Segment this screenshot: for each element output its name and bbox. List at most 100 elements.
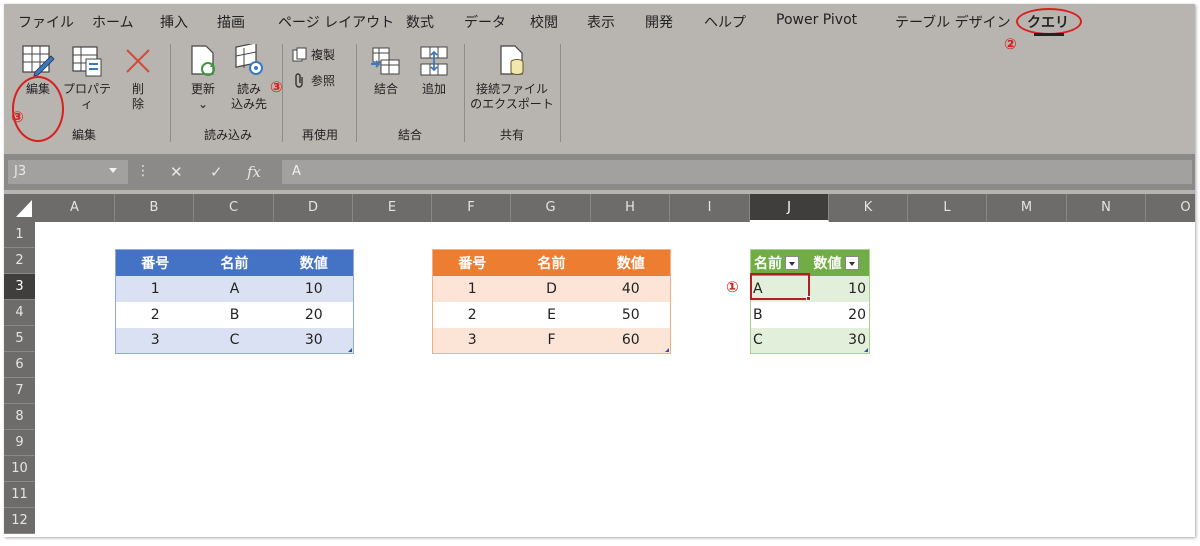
column-header-n[interactable]: N bbox=[1067, 194, 1146, 222]
row-header-2[interactable]: 2 bbox=[4, 248, 35, 274]
delete-button[interactable]: 削 除 bbox=[120, 44, 156, 112]
row-header-8[interactable]: 8 bbox=[4, 404, 35, 430]
properties-button[interactable]: プロパティ bbox=[58, 44, 116, 112]
name-box-dropdown-arrow[interactable] bbox=[109, 168, 117, 173]
select-all-corner[interactable] bbox=[4, 194, 35, 222]
tab-review[interactable]: 校閲 bbox=[530, 12, 558, 32]
table-cell[interactable]: 60 bbox=[591, 327, 671, 354]
table-cell[interactable]: B bbox=[194, 301, 275, 328]
load-to-button[interactable]: 読み 込み先 bbox=[226, 44, 272, 112]
column-header-m[interactable]: M bbox=[987, 194, 1067, 222]
duplicate-button[interactable]: 複製 bbox=[292, 46, 335, 63]
insert-function-icon[interactable]: fx bbox=[247, 163, 261, 181]
column-header-o[interactable]: O bbox=[1146, 194, 1195, 222]
table-header-cell[interactable]: 名前 bbox=[194, 249, 275, 276]
column-header-l[interactable]: L bbox=[908, 194, 987, 222]
table-header-cell[interactable]: 名前 bbox=[750, 249, 811, 276]
more-options-icon[interactable]: ⋮ bbox=[136, 163, 150, 179]
green-query-table[interactable]: 名前 数値 A 10 B 20 C 30 bbox=[750, 249, 870, 354]
table-resize-handle[interactable] bbox=[665, 348, 669, 352]
table-cell[interactable]: 40 bbox=[591, 275, 671, 302]
column-header-b[interactable]: B bbox=[115, 194, 194, 222]
column-header-j[interactable]: J bbox=[750, 194, 829, 222]
table-header-cell[interactable]: 数値 bbox=[274, 249, 354, 276]
table-cell[interactable]: A bbox=[194, 275, 275, 302]
export-connection-file-button[interactable]: 接続ファイル のエクスポート bbox=[470, 44, 554, 112]
column-header-e[interactable]: E bbox=[353, 194, 432, 222]
table-cell[interactable]: 3 bbox=[115, 327, 195, 354]
append-button[interactable]: 追加 bbox=[414, 44, 454, 97]
table-cell[interactable]: F bbox=[511, 327, 592, 354]
table-cell[interactable]: 20 bbox=[274, 301, 354, 328]
worksheet-grid[interactable]: ABCDEFGHIJKLMNO 1 2 3 4 5 6 7 8 9 10 11 12 番号 名前 数値… bbox=[4, 194, 1195, 537]
tab-insert[interactable]: 挿入 bbox=[160, 12, 188, 32]
table-cell[interactable]: 30 bbox=[810, 327, 870, 354]
table-header-cell[interactable]: 数値 bbox=[810, 249, 870, 276]
table-cell[interactable]: B bbox=[750, 301, 811, 328]
enter-icon[interactable]: ✓ bbox=[210, 163, 223, 181]
table-cell[interactable]: D bbox=[511, 275, 592, 302]
row-header-11[interactable]: 11 bbox=[4, 482, 35, 508]
table-cell[interactable]: 2 bbox=[115, 301, 195, 328]
table-cell[interactable]: C bbox=[750, 327, 811, 354]
table-row: C 30 bbox=[750, 327, 870, 354]
merge-button[interactable]: 結合 bbox=[366, 44, 406, 97]
filter-dropdown-icon[interactable] bbox=[844, 255, 859, 270]
tab-help[interactable]: ヘルプ bbox=[704, 12, 746, 32]
row-header-9[interactable]: 9 bbox=[4, 430, 35, 456]
column-header-c[interactable]: C bbox=[194, 194, 274, 222]
tab-view[interactable]: 表示 bbox=[587, 12, 615, 32]
table-cell[interactable]: 1 bbox=[115, 275, 195, 302]
row-header-7[interactable]: 7 bbox=[4, 378, 35, 404]
tab-power-pivot[interactable]: Power Pivot bbox=[776, 12, 857, 28]
cancel-icon[interactable]: ✕ bbox=[170, 163, 183, 181]
table-cell[interactable]: 50 bbox=[591, 301, 671, 328]
tab-table-design[interactable]: テーブル デザイン bbox=[895, 12, 1011, 32]
column-header-d[interactable]: D bbox=[274, 194, 353, 222]
orange-table[interactable]: 番号 名前 数値 1 D 40 2 E 50 3 F 60 bbox=[432, 249, 671, 354]
tab-data[interactable]: データ bbox=[464, 12, 506, 32]
reference-button[interactable]: 参照 bbox=[292, 72, 335, 89]
column-header-i[interactable]: I bbox=[670, 194, 750, 222]
row-header-3[interactable]: 3 bbox=[4, 274, 35, 300]
blue-table[interactable]: 番号 名前 数値 1 A 10 2 B 20 3 C 30 bbox=[115, 249, 354, 354]
column-header-a[interactable]: A bbox=[35, 194, 115, 222]
tab-home[interactable]: ホーム bbox=[92, 12, 134, 32]
row-header-10[interactable]: 10 bbox=[4, 456, 35, 482]
table-cell[interactable]: 10 bbox=[274, 275, 354, 302]
row-header-4[interactable]: 4 bbox=[4, 300, 35, 326]
tab-formulas[interactable]: 数式 bbox=[406, 12, 434, 32]
table-header-cell[interactable]: 番号 bbox=[432, 249, 512, 276]
column-header-h[interactable]: H bbox=[591, 194, 670, 222]
row-header-12[interactable]: 12 bbox=[4, 508, 35, 534]
filter-dropdown-icon[interactable] bbox=[785, 255, 799, 270]
tab-developer[interactable]: 開発 bbox=[645, 12, 673, 32]
row-header-5[interactable]: 5 bbox=[4, 326, 35, 352]
fill-handle[interactable] bbox=[806, 296, 811, 301]
table-cell[interactable]: C bbox=[194, 327, 275, 354]
tab-file[interactable]: ファイル bbox=[18, 12, 74, 32]
table-cell[interactable]: 2 bbox=[432, 301, 512, 328]
table-header-cell[interactable]: 番号 bbox=[115, 249, 195, 276]
table-cell[interactable]: 30 bbox=[274, 327, 354, 354]
tab-page-layout[interactable]: ページ レイアウト bbox=[278, 12, 394, 32]
table-cell[interactable]: 10 bbox=[810, 275, 870, 302]
table-header-cell[interactable]: 名前 bbox=[511, 249, 592, 276]
table-header-cell[interactable]: 数値 bbox=[591, 249, 671, 276]
table-cell[interactable]: 3 bbox=[432, 327, 512, 354]
tab-draw[interactable]: 描画 bbox=[217, 12, 245, 32]
ribbon-tab-bar: ファイル ホーム 挿入 描画 ページ レイアウト 数式 データ 校閲 表示 開発… bbox=[4, 4, 1195, 53]
table-resize-handle[interactable] bbox=[864, 348, 868, 352]
table-cell[interactable]: 1 bbox=[432, 275, 512, 302]
formula-input[interactable]: A bbox=[282, 160, 1192, 184]
column-header-f[interactable]: F bbox=[432, 194, 511, 222]
row-header-6[interactable]: 6 bbox=[4, 352, 35, 378]
column-header-k[interactable]: K bbox=[829, 194, 908, 222]
refresh-button[interactable]: 更新 ⌄ bbox=[182, 44, 224, 112]
table-cell[interactable]: E bbox=[511, 301, 592, 328]
table-resize-handle[interactable] bbox=[348, 348, 352, 352]
column-header-g[interactable]: G bbox=[511, 194, 591, 222]
table-cell[interactable]: 20 bbox=[810, 301, 870, 328]
load-to-icon bbox=[235, 44, 263, 75]
row-header-1[interactable]: 1 bbox=[4, 222, 35, 248]
